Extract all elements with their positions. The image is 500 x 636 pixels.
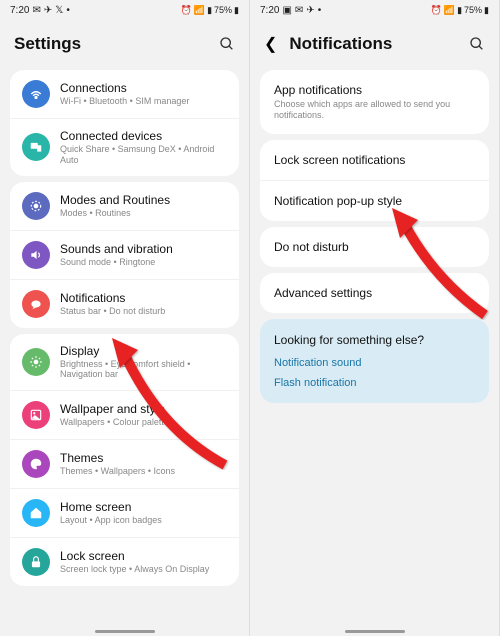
page-title: Notifications [289,34,469,54]
status-signal-icon: ▮ [457,5,462,16]
item-subtitle: Modes • Routines [60,208,227,219]
status-alarm-icon: ⏰ [181,5,192,16]
item-title: Display [60,344,227,358]
themes-icon [22,450,50,478]
settings-header: Settings [0,20,249,64]
notif-item[interactable]: Notification pop-up style [260,180,489,221]
item-title: Sounds and vibration [60,242,227,256]
home-icon [22,499,50,527]
status-telegram-icon: ✈ [44,5,52,16]
suggestion-card: Looking for something else? Notification… [260,319,489,403]
item-title: Advanced settings [274,286,475,300]
settings-item-lock[interactable]: Lock screenScreen lock type • Always On … [10,537,239,586]
notif-group: Do not disturb [260,227,489,267]
item-subtitle: Choose which apps are allowed to send yo… [274,99,475,121]
status-battery-icon: ▮ [234,5,239,16]
page-title: Settings [14,34,219,54]
item-subtitle: Quick Share • Samsung DeX • Android Auto [60,144,227,166]
devices-icon [22,133,50,161]
item-subtitle: Sound mode • Ringtone [60,257,227,268]
notif-icon [22,290,50,318]
display-icon [22,348,50,376]
settings-item-sound[interactable]: Sounds and vibrationSound mode • Rington… [10,230,239,279]
status-msg-icon: ✉ [32,5,40,16]
notif-group: Advanced settings [260,273,489,313]
settings-item-notif[interactable]: NotificationsStatus bar • Do not disturb [10,279,239,328]
status-signal-icon: ▮ [207,5,212,16]
item-subtitle: Wallpapers • Colour palette [60,417,227,428]
item-title: App notifications [274,83,475,97]
status-more-icon: • [318,5,322,16]
item-subtitle: Brightness • Eye comfort shield • Naviga… [60,359,227,381]
item-title: Modes and Routines [60,193,227,207]
home-indicator[interactable] [95,630,155,633]
suggestion-link-sound[interactable]: Notification sound [274,357,475,369]
status-x-icon: 𝕏 [55,5,63,16]
item-subtitle: Wi-Fi • Bluetooth • SIM manager [60,96,227,107]
search-icon[interactable] [219,36,235,52]
item-title: Lock screen [60,549,227,563]
status-wifi-icon: 📶 [194,5,205,16]
settings-item-modes[interactable]: Modes and RoutinesModes • Routines [10,182,239,230]
notif-item[interactable]: Lock screen notifications [260,140,489,180]
status-battery-icon: ▮ [484,5,489,16]
suggestion-title: Looking for something else? [274,333,475,347]
settings-item-home[interactable]: Home screenLayout • App icon badges [10,488,239,537]
status-telegram-icon: ✈ [306,5,314,16]
status-msg-icon: ✉ [295,5,303,16]
modes-icon [22,192,50,220]
settings-item-wifi[interactable]: ConnectionsWi-Fi • Bluetooth • SIM manag… [10,70,239,118]
suggestion-link-flash[interactable]: Flash notification [274,377,475,389]
item-title: Wallpaper and style [60,402,227,416]
status-bar: 7:20 ✉ ✈ 𝕏 • ⏰ 📶 ▮ 75% ▮ [0,0,249,20]
status-alarm-icon: ⏰ [431,5,442,16]
item-subtitle: Screen lock type • Always On Display [60,564,227,575]
notif-item[interactable]: App notifications Choose which apps are a… [260,70,489,134]
back-button[interactable]: ❮ [264,34,277,54]
notif-item[interactable]: Advanced settings [260,273,489,313]
item-subtitle: Layout • App icon badges [60,515,227,526]
item-title: Notification pop-up style [274,194,475,208]
item-title: Lock screen notifications [274,153,475,167]
item-title: Notifications [60,291,227,305]
lock-icon [22,548,50,576]
status-battery-text: 75% [214,5,232,15]
item-subtitle: Themes • Wallpapers • Icons [60,466,227,477]
notifications-screen: 7:20 ▣ ✉ ✈ • ⏰ 📶 ▮ 75% ▮ ❮ Notifications… [250,0,500,636]
wallpaper-icon [22,401,50,429]
item-title: Themes [60,451,227,465]
item-title: Do not disturb [274,240,475,254]
status-battery-text: 75% [464,5,482,15]
settings-group: ConnectionsWi-Fi • Bluetooth • SIM manag… [10,70,239,176]
settings-item-themes[interactable]: ThemesThemes • Wallpapers • Icons [10,439,239,488]
notif-group: Lock screen notifications Notification po… [260,140,489,221]
status-time: 7:20 [10,5,29,16]
item-subtitle: Status bar • Do not disturb [60,306,227,317]
status-bar: 7:20 ▣ ✉ ✈ • ⏰ 📶 ▮ 75% ▮ [250,0,499,20]
wifi-icon [22,80,50,108]
settings-group: DisplayBrightness • Eye comfort shield •… [10,334,239,587]
settings-item-display[interactable]: DisplayBrightness • Eye comfort shield •… [10,334,239,391]
settings-item-wallpaper[interactable]: Wallpaper and styleWallpapers • Colour p… [10,390,239,439]
settings-item-devices[interactable]: Connected devicesQuick Share • Samsung D… [10,118,239,176]
status-time: 7:20 [260,5,279,16]
sound-icon [22,241,50,269]
status-wifi-icon: 📶 [444,5,455,16]
item-title: Connections [60,81,227,95]
search-icon[interactable] [469,36,485,52]
item-title: Connected devices [60,129,227,143]
settings-screen: 7:20 ✉ ✈ 𝕏 • ⏰ 📶 ▮ 75% ▮ Settings Connec… [0,0,250,636]
item-title: Home screen [60,500,227,514]
status-img-icon: ▣ [282,5,291,16]
notif-group: App notifications Choose which apps are a… [260,70,489,134]
home-indicator[interactable] [345,630,405,633]
status-more-icon: • [66,5,70,16]
settings-group: Modes and RoutinesModes • RoutinesSounds… [10,182,239,328]
notifications-header: ❮ Notifications [250,20,499,64]
notif-item[interactable]: Do not disturb [260,227,489,267]
